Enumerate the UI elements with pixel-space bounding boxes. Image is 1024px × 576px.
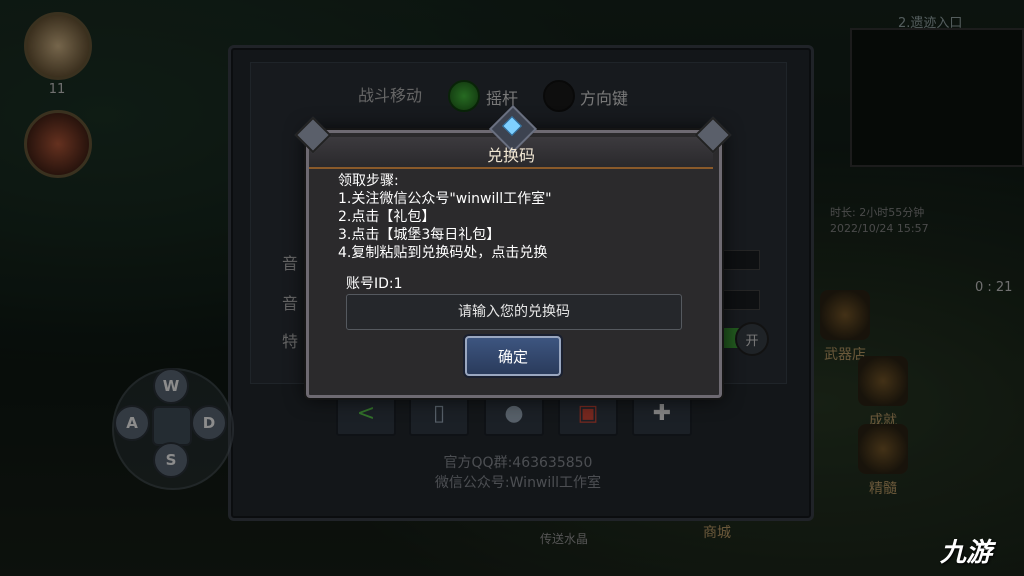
step-4: 4.复制粘贴到兑换码处，点击兑换: [338, 245, 548, 261]
redeem-code-input[interactable]: [346, 294, 682, 330]
step-2: 2.点击【礼包】: [338, 209, 436, 225]
dialog-title: 兑换码: [486, 146, 535, 165]
account-id: 账号ID:1: [346, 276, 403, 292]
confirm-button[interactable]: 确定: [465, 336, 561, 376]
step-1: 1.关注微信公众号"winwill工作室": [338, 191, 552, 207]
step-3: 3.点击【城堡3每日礼包】: [338, 227, 501, 243]
redeem-steps: 领取步骤: 1.关注微信公众号"winwill工作室" 2.点击【礼包】 3.点…: [338, 172, 552, 262]
watermark-logo: 九游: [940, 538, 993, 568]
steps-heading: 领取步骤:: [338, 173, 399, 189]
